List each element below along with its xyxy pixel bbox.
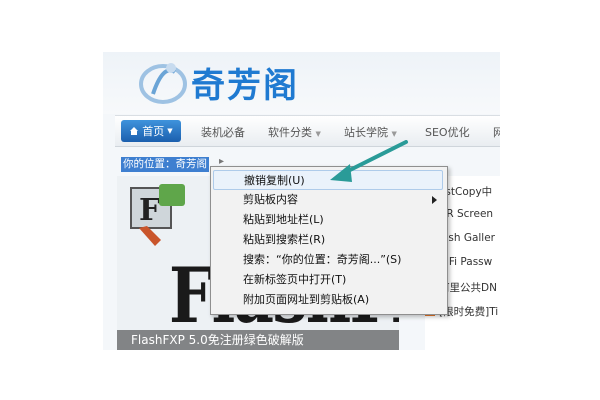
site-header: 奇芳阁 [103, 52, 500, 114]
chevron-down-icon: ▼ [167, 127, 173, 135]
featured-caption[interactable]: FlashFXP 5.0免注册绿色破解版 [117, 330, 399, 350]
home-icon [130, 127, 139, 135]
menu-item-paste-search[interactable]: 粘贴到搜索栏(R) [213, 230, 443, 250]
chevron-down-icon: ▼ [391, 130, 397, 138]
submenu-arrow-icon [432, 196, 437, 204]
menu-item-open-new-tab[interactable]: 在新标签页中打开(T) [213, 270, 443, 290]
menu-item-append-url[interactable]: 附加页面网址到剪贴板(A) [213, 290, 443, 310]
nav-item-label: 软件分类 [268, 126, 312, 139]
nav-home-button[interactable]: 首页 ▼ [121, 120, 181, 142]
menu-item-search[interactable]: 搜索：“你的位置：奇芳阁...”(S) [213, 250, 443, 270]
menu-item-paste-address[interactable]: 粘贴到地址栏(L) [213, 210, 443, 230]
annotation-arrow-icon [330, 140, 408, 182]
nav-home-label: 首页 [142, 125, 165, 138]
location-breadcrumb[interactable]: 你的位置：奇芳阁 [121, 157, 209, 172]
nav-item-install[interactable]: 装机必备 [201, 124, 245, 140]
menu-item-clipboard[interactable]: 剪贴板内容 [213, 190, 443, 210]
nav-item-software[interactable]: 软件分类 ▼ [268, 124, 321, 140]
svg-text:F: F [139, 193, 160, 228]
menu-item-label: 剪贴板内容 [243, 193, 298, 206]
nav-item-more[interactable]: 网 [493, 124, 500, 140]
main-nav: 首页 ▼ 装机必备 软件分类 ▼ 站长学院 ▼ SEO优化 网 [115, 115, 500, 147]
nav-item-label: 站长学院 [344, 126, 388, 139]
logo-icon [139, 63, 187, 104]
chevron-down-icon: ▼ [315, 130, 321, 138]
flashfxp-app-icon: F [130, 184, 185, 246]
nav-item-webmaster[interactable]: 站长学院 ▼ [344, 124, 397, 140]
nav-item-seo[interactable]: SEO优化 [425, 124, 470, 140]
site-logo-text[interactable]: 奇芳阁 [191, 58, 299, 107]
